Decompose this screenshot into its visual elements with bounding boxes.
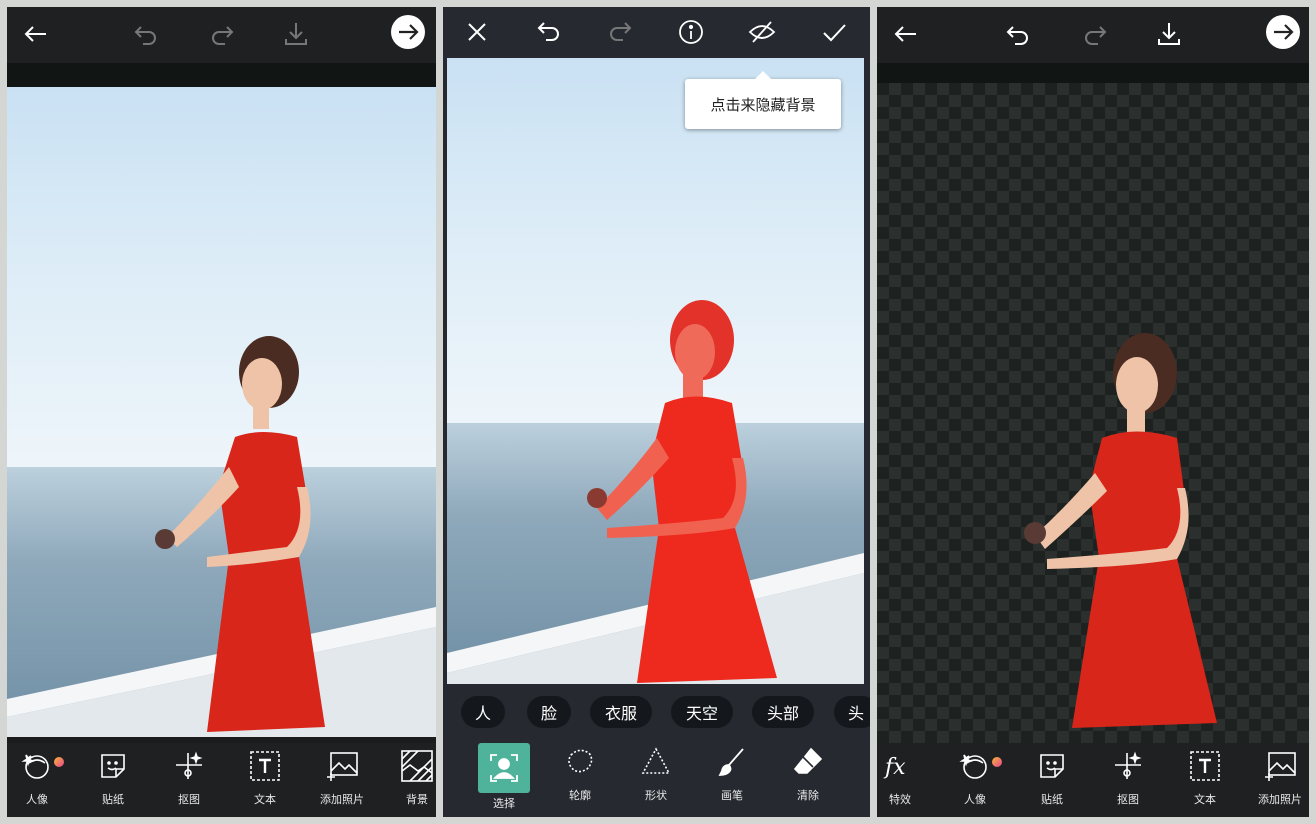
tool-background[interactable]: 背景: [382, 749, 436, 815]
active-tool-highlight: [478, 743, 530, 793]
redo-icon[interactable]: [603, 15, 637, 49]
back-arrow-icon[interactable]: [889, 17, 923, 51]
eraser-icon: [793, 747, 823, 774]
tool-label: 文本: [1194, 793, 1216, 806]
tool-sticker[interactable]: 贴纸: [1017, 749, 1087, 815]
new-badge: [992, 757, 1002, 767]
tool-label: 人像: [964, 793, 986, 806]
tool-cutout[interactable]: 抠图: [1093, 749, 1163, 815]
tool-sticker[interactable]: 贴纸: [78, 749, 148, 815]
transparent-canvas[interactable]: [877, 83, 1309, 743]
undo-icon[interactable]: [1001, 17, 1035, 51]
tool-add-photo[interactable]: 添加照片: [307, 749, 377, 815]
bottom-toolbar: 人像 贴纸 抠图 文本 添加照片 背景: [7, 743, 436, 817]
next-arrow-icon: [399, 24, 419, 40]
tool-eraser[interactable]: 清除: [773, 745, 843, 811]
chip-person[interactable]: 人: [461, 696, 505, 728]
top-toolbar: [443, 7, 870, 57]
tool-brush[interactable]: 画笔: [697, 745, 767, 811]
chip-face[interactable]: 脸: [527, 696, 571, 728]
shape-icon: [641, 747, 671, 774]
close-icon[interactable]: [460, 15, 494, 49]
tool-label: 形状: [645, 789, 667, 802]
tool-shape[interactable]: 形状: [621, 745, 691, 811]
photo-canvas[interactable]: [447, 58, 864, 684]
select-person-icon: [490, 754, 518, 782]
fx-icon: fx: [883, 755, 906, 780]
tool-label: 选择: [493, 797, 515, 810]
info-icon[interactable]: [674, 15, 708, 49]
undo-icon[interactable]: [532, 15, 566, 49]
add-photo-icon: [327, 752, 358, 781]
chip-head[interactable]: 头部: [752, 696, 814, 728]
canvas-top-strip: [7, 63, 436, 87]
tool-select[interactable]: 选择: [469, 743, 539, 811]
cutout-subject: [1024, 333, 1217, 728]
svg-text:fx: fx: [883, 755, 906, 780]
tool-label: 添加照片: [1258, 793, 1302, 806]
cutout-icon: [1115, 751, 1142, 779]
tool-text[interactable]: 文本: [230, 749, 300, 815]
tool-portrait[interactable]: 人像: [7, 749, 72, 815]
portrait-icon: [21, 754, 49, 779]
tool-cutout[interactable]: 抠图: [154, 749, 224, 815]
photo-canvas[interactable]: [7, 87, 436, 737]
tool-text[interactable]: 文本: [1170, 749, 1240, 815]
add-photo-icon: [1265, 752, 1296, 781]
tool-label: 人像: [26, 793, 48, 806]
hide-eye-icon[interactable]: [745, 15, 779, 49]
tool-label: 添加照片: [320, 793, 364, 806]
chip-more[interactable]: 头: [834, 696, 870, 728]
next-arrow-button[interactable]: [1266, 15, 1300, 49]
tool-lasso[interactable]: 轮廓: [545, 745, 615, 811]
selection-overlay: [447, 300, 864, 684]
hide-background-tooltip: 点击来隐藏背景: [685, 71, 841, 129]
text-icon: [1190, 751, 1220, 781]
download-icon[interactable]: [1152, 17, 1186, 51]
tool-label: 特效: [889, 793, 911, 806]
download-icon[interactable]: [279, 17, 313, 51]
editor-panel-original: 人像 贴纸 抠图 文本 添加照片 背景: [7, 7, 436, 817]
editor-panel-cutout: fx 特效 人像 贴纸 抠图 文本 添加照片: [877, 7, 1309, 817]
auto-select-chips: 人 脸 衣服 天空 头部 头: [443, 684, 870, 738]
tool-label: 背景: [406, 793, 428, 806]
undo-icon[interactable]: [129, 17, 163, 51]
tool-label: 贴纸: [1041, 793, 1063, 806]
new-badge: [54, 757, 64, 767]
tool-label: 文本: [254, 793, 276, 806]
top-toolbar: [7, 7, 436, 63]
tool-label: 清除: [797, 789, 819, 802]
canvas-top-strip: [877, 63, 1309, 83]
tool-portrait[interactable]: 人像: [940, 749, 1010, 815]
redo-icon[interactable]: [205, 17, 239, 51]
next-arrow-button[interactable]: [391, 15, 425, 49]
tool-effects[interactable]: fx 特效: [877, 749, 935, 815]
photo-subject: [7, 336, 436, 737]
sticker-icon: [1040, 754, 1064, 778]
tool-label: 贴纸: [102, 793, 124, 806]
chip-sky[interactable]: 天空: [671, 696, 733, 728]
portrait-icon: [959, 754, 987, 779]
bottom-toolbar: fx 特效 人像 贴纸 抠图 文本 添加照片: [877, 743, 1309, 817]
cutout-icon: [176, 751, 203, 779]
brush-icon: [718, 748, 744, 776]
back-arrow-icon[interactable]: [19, 17, 53, 51]
chip-clothes[interactable]: 衣服: [590, 696, 652, 728]
sticker-icon: [101, 754, 125, 778]
background-icon: [401, 750, 433, 782]
lasso-icon: [568, 749, 593, 773]
tool-label: 画笔: [721, 789, 743, 802]
top-toolbar: [877, 7, 1309, 63]
tool-label: 抠图: [1117, 793, 1139, 806]
check-icon[interactable]: [817, 15, 851, 49]
redo-icon[interactable]: [1078, 17, 1112, 51]
text-icon: [250, 751, 280, 781]
tool-add-photo[interactable]: 添加照片: [1245, 749, 1309, 815]
editor-panel-select: 点击来隐藏背景 人 脸 衣服 天空 头部 头 选择 轮廓 形状 画笔 清除: [443, 7, 870, 817]
bottom-toolbar: 选择 轮廓 形状 画笔 清除: [443, 739, 870, 817]
next-arrow-icon: [1274, 24, 1294, 40]
tool-label: 轮廓: [569, 789, 591, 802]
tool-label: 抠图: [178, 793, 200, 806]
